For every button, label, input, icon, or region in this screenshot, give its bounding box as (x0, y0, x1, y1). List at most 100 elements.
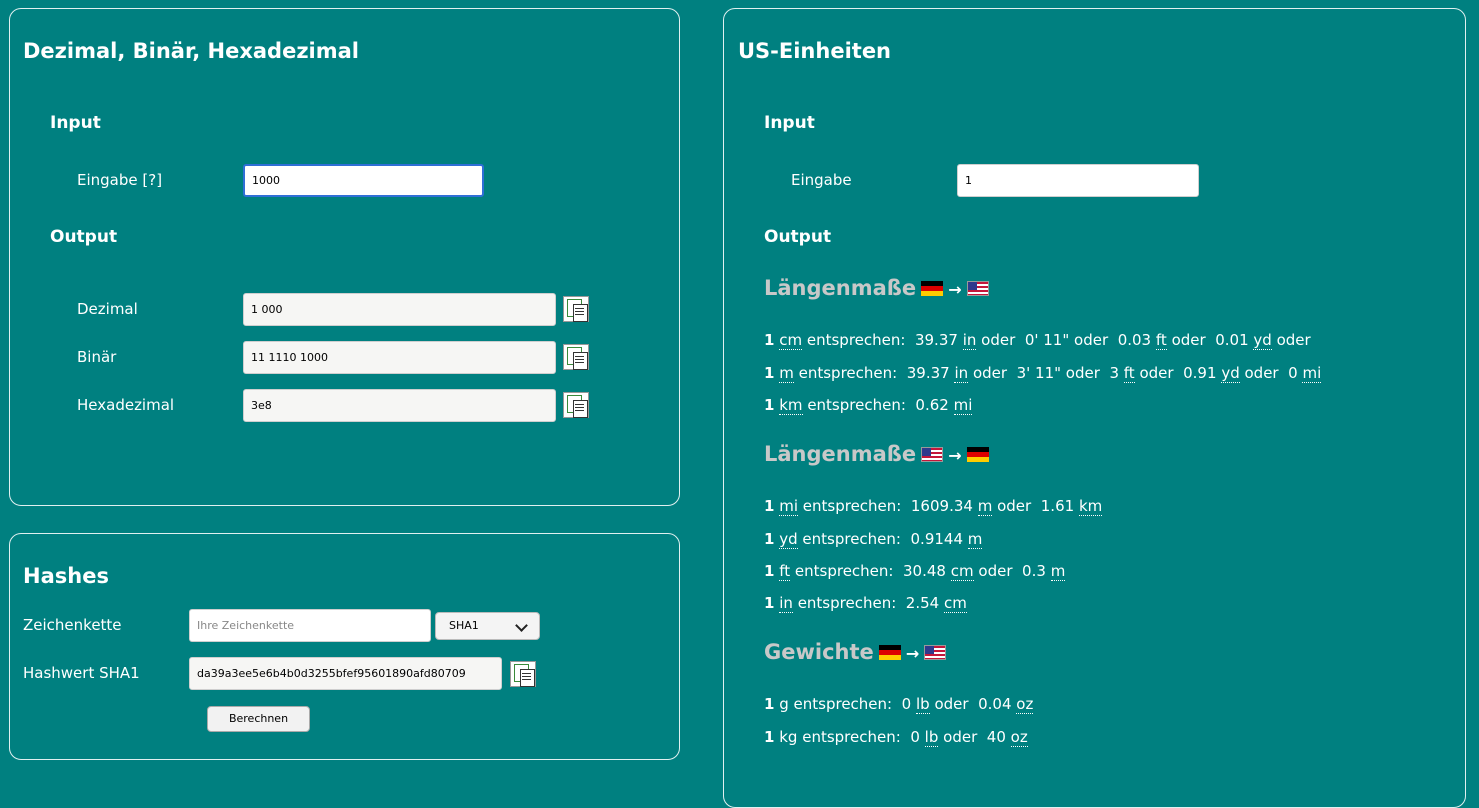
quantity: 1 (764, 497, 775, 515)
conversion-row: 1 ft entsprechen: 30.48 cm oder 0.3 m (764, 562, 1066, 581)
unit-abbr: lb (915, 695, 930, 714)
unit-abbr: m (967, 530, 983, 549)
converter-input-field[interactable] (243, 164, 484, 197)
binary-output[interactable]: 11 1110 1000 (243, 341, 556, 374)
algorithm-select[interactable]: SHA1 (435, 612, 540, 640)
hashes-panel (9, 533, 680, 760)
calculate-button[interactable]: Berechnen (207, 706, 310, 732)
copy-binary-icon[interactable] (563, 344, 589, 370)
unit-abbr: kg (779, 728, 798, 746)
unit-abbr: m (779, 364, 794, 383)
unit-abbr: mi (779, 497, 798, 516)
separator-text: oder (1171, 331, 1206, 349)
conversion-row: 1 g entsprechen: 0 lb oder 0.04 oz (764, 695, 1034, 714)
hash-output[interactable]: da39a3ee5e6b4b0d3255bfef95601890afd80709 (189, 657, 502, 690)
row-verb: entsprechen: (793, 695, 893, 713)
conversion-row: 1 in entsprechen: 2.54 cm (764, 594, 967, 613)
unit-abbr: lb (924, 728, 939, 747)
row-verb: entsprechen: (797, 594, 897, 612)
converted-value: 40 (986, 728, 1006, 746)
hex-label: Hexadezimal (77, 396, 175, 414)
binary-label: Binär (77, 348, 117, 366)
quantity: 1 (764, 594, 775, 612)
separator-text: oder (1139, 364, 1174, 382)
separator-text: oder (972, 364, 1008, 382)
unit-abbr: g (779, 695, 789, 713)
conversion-row: 1 cm entsprechen: 39.37 in oder 0' 11" o… (764, 331, 1311, 350)
unit-abbr: oz (1016, 695, 1034, 714)
unit-abbr: in (962, 331, 977, 350)
unit-abbr: cm (943, 594, 967, 613)
unit-abbr: cm (779, 331, 803, 350)
converted-value: 0.62 (915, 396, 949, 414)
hashes-title: Hashes (23, 564, 109, 588)
section-title: Gewichte (764, 640, 874, 664)
converted-value: 2.54 (905, 594, 940, 612)
converted-value: 0.01 (1215, 331, 1249, 349)
quantity: 1 (764, 728, 775, 746)
hash-label: Hashwert SHA1 (23, 664, 140, 682)
row-verb: entsprechen: (802, 530, 901, 548)
section-title: Längenmaße (764, 276, 917, 300)
unit-abbr: ft (1155, 331, 1167, 350)
copy-hash-icon[interactable] (510, 661, 536, 687)
conversion-row: 1 yd entsprechen: 0.9144 m (764, 530, 983, 549)
unit-abbr: mi (1302, 364, 1322, 383)
unit-abbr: yd (1221, 364, 1240, 383)
string-input[interactable] (189, 609, 431, 642)
us-flag-icon (924, 645, 947, 660)
string-label: Zeichenkette (23, 616, 122, 634)
us-title: US-Einheiten (738, 39, 892, 63)
unit-abbr: in (779, 594, 793, 613)
quantity: 1 (764, 396, 775, 414)
row-verb: entsprechen: (802, 497, 902, 515)
copy-decimal-icon[interactable] (563, 296, 589, 322)
us-flag-icon (966, 281, 989, 296)
converted-value: 39.37 (914, 331, 958, 349)
converted-value: 3' 11" (1016, 364, 1062, 382)
converted-value: 0.9144 (910, 530, 964, 548)
converted-value: 39.37 (906, 364, 950, 382)
unit-abbr: yd (1253, 331, 1272, 350)
us-input-label: Eingabe (791, 171, 852, 189)
separator-text: oder (1276, 331, 1311, 349)
unit-abbr: km (779, 396, 803, 415)
separator-text: oder (934, 695, 969, 713)
arrow-right-icon: → (905, 644, 920, 663)
quantity: 1 (764, 530, 775, 548)
converted-value: 3 (1109, 364, 1119, 382)
converter-input-heading: Input (50, 113, 101, 133)
converter-input-label[interactable]: Eingabe [?] (77, 171, 162, 189)
converted-value: 0.91 (1183, 364, 1217, 382)
decimal-output[interactable]: 1 000 (243, 293, 556, 326)
separator-text: oder (997, 497, 1032, 515)
separator-text: oder (981, 331, 1016, 349)
quantity: 1 (764, 364, 775, 382)
quantity: 1 (764, 331, 775, 349)
copy-hex-icon[interactable] (563, 392, 589, 418)
converted-value: 0.3 (1022, 562, 1046, 580)
section-heading: Längenmaße → (764, 276, 989, 300)
converted-value: 0' 11" (1024, 331, 1070, 349)
us-input-field[interactable] (957, 164, 1199, 197)
conversion-row: 1 kg entsprechen: 0 lb oder 40 oz (764, 728, 1028, 747)
converted-value: 0 (901, 695, 912, 713)
decimal-label: Dezimal (77, 300, 138, 318)
hex-output[interactable]: 3e8 (243, 389, 556, 422)
converted-value: 0.04 (978, 695, 1012, 713)
algorithm-select-value: SHA1 (449, 619, 479, 632)
converted-value: 0.03 (1117, 331, 1152, 349)
unit-abbr: m (1050, 562, 1066, 581)
conversion-row: 1 mi entsprechen: 1609.34 m oder 1.61 km (764, 497, 1103, 516)
unit-abbr: km (1078, 497, 1103, 516)
converter-title: Dezimal, Binär, Hexadezimal (23, 39, 359, 63)
unit-abbr: ft (1123, 364, 1135, 383)
row-verb: entsprechen: (802, 728, 901, 746)
unit-abbr: in (954, 364, 969, 383)
de-flag-icon (878, 645, 901, 660)
separator-text: oder (943, 728, 978, 746)
arrow-right-icon: → (948, 446, 962, 465)
arrow-right-icon: → (948, 280, 962, 299)
conversion-row: 1 km entsprechen: 0.62 mi (764, 396, 973, 415)
section-heading: Gewichte → (764, 640, 947, 664)
